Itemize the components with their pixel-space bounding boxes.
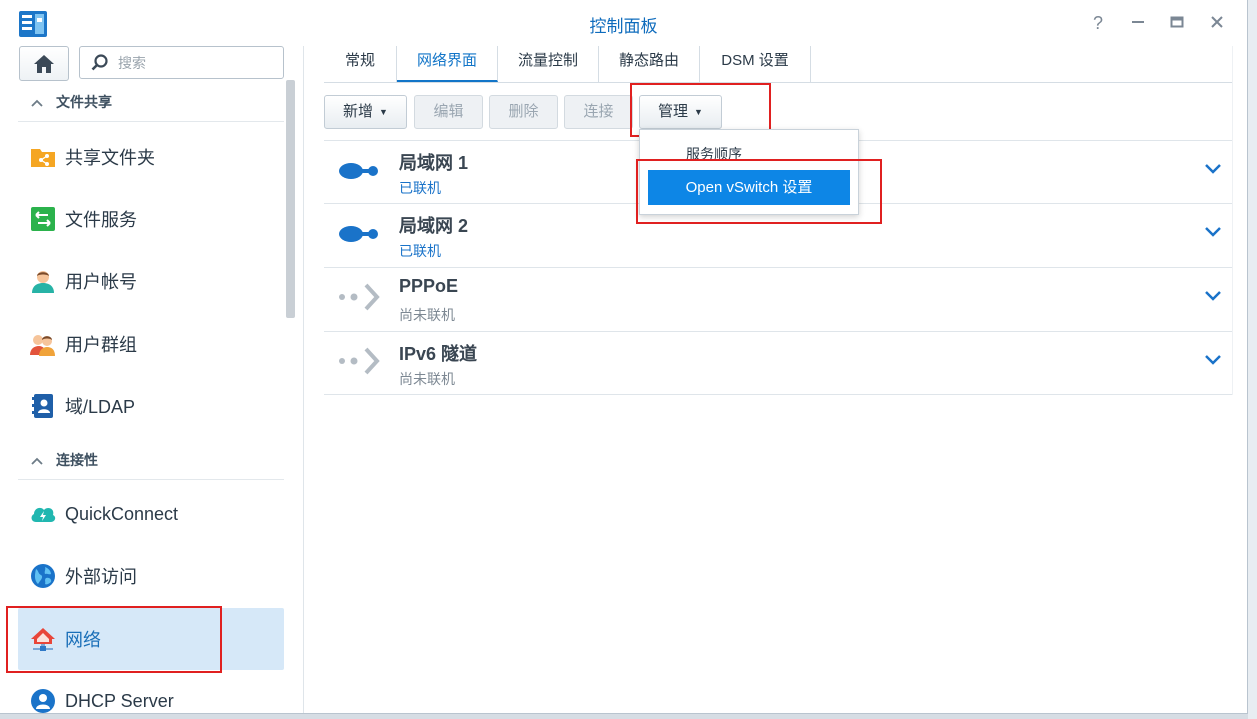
list-divider [324,394,1232,395]
sidebar-item-user[interactable]: 用户帐号 [18,250,284,312]
tab-traffic-control[interactable]: 流量控制 [498,46,599,82]
section-connectivity[interactable]: 连接性 [18,441,284,480]
sidebar-item-quickconnect[interactable]: QuickConnect [18,483,284,545]
chevron-up-icon [18,94,56,110]
chevron-down-icon[interactable] [1204,226,1222,238]
chevron-up-icon [18,452,56,468]
interface-name: 局域网 2 [399,216,469,236]
manage-button-label: 管理 [658,103,689,120]
interface-status: 已联机 [399,180,441,196]
sidebar-item-label: 共享文件夹 [65,148,155,168]
chevron-down-icon[interactable] [1204,290,1222,302]
shared-folder-icon [31,149,55,167]
section-label: 文件共享 [56,94,112,110]
home-icon [34,54,54,73]
network-house-icon [31,628,55,651]
interface-status: 尚未联机 [399,371,455,387]
home-button[interactable] [19,46,69,81]
interface-name: 局域网 1 [399,153,469,173]
caret-down-icon: ▼ [379,107,388,118]
close-icon[interactable] [1206,12,1228,34]
chevron-down-icon[interactable] [1204,163,1222,175]
window-title: 控制面板 [589,17,658,36]
title-bar: 控制面板 ? [0,0,1247,46]
search-field[interactable] [79,46,284,79]
edit-button[interactable]: 编辑 [414,95,483,129]
quickconnect-icon [31,507,56,522]
manage-dropdown-menu: 服务顺序 Open vSwitch 设置 [639,129,859,215]
sidebar-item-domain-ldap[interactable]: 域/LDAP [18,375,284,437]
interface-status: 已联机 [399,243,441,259]
tab-general[interactable]: 常规 [324,46,397,82]
search-input[interactable] [116,51,280,75]
tab-network-interface[interactable]: 网络界面 [397,46,498,82]
globe-icon [31,564,55,588]
sidebar: 文件共享 共享文件夹 文件服务 用户帐号 [0,46,304,713]
interface-row-pppoe[interactable]: PPPoE 尚未联机 [324,267,1232,331]
delete-button[interactable]: 删除 [489,95,558,129]
minimize-icon[interactable] [1127,12,1149,34]
tab-dsm-settings[interactable]: DSM 设置 [700,46,811,82]
chevron-down-icon[interactable] [1204,354,1222,366]
control-panel-window: 控制面板 ? 文 [0,0,1248,714]
sidebar-item-user-group[interactable]: 用户群组 [18,313,284,375]
sidebar-item-label: 文件服务 [65,210,137,230]
user-group-icon [30,335,55,356]
file-services-icon [31,207,55,231]
interface-status: 尚未联机 [399,307,455,323]
disconnected-link-icon [339,347,380,375]
help-icon[interactable]: ? [1087,12,1109,34]
interface-name: IPv6 隧道 [399,344,478,364]
create-button-label: 新增 [343,103,374,120]
main-divider [1232,46,1233,395]
sidebar-item-shared-folder[interactable]: 共享文件夹 [18,126,284,188]
dhcp-server-icon [31,689,55,713]
sidebar-item-label: DHCP Server [65,690,174,711]
sidebar-item-file-services[interactable]: 文件服务 [18,188,284,250]
connect-button[interactable]: 连接 [564,95,633,129]
sidebar-item-label: 外部访问 [65,567,137,587]
create-button[interactable]: 新增 ▼ [324,95,407,129]
interface-name: PPPoE [399,276,459,296]
tab-static-route[interactable]: 静态路由 [599,46,700,82]
sidebar-item-label: 网络 [65,630,101,650]
sidebar-item-network[interactable]: 网络 [18,608,284,670]
interface-row-ipv6-tunnel[interactable]: IPv6 隧道 尚未联机 [324,331,1232,395]
tab-bar: 常规 网络界面 流量控制 静态路由 DSM 设置 [324,46,1232,83]
sidebar-item-dhcp-server[interactable]: DHCP Server [18,670,284,713]
sidebar-item-label: 域/LDAP [65,397,136,417]
user-icon [32,271,54,293]
disconnected-link-icon [339,283,380,311]
section-label: 连接性 [56,452,98,468]
sidebar-item-external-access[interactable]: 外部访问 [18,545,284,607]
domain-ldap-icon [32,394,53,418]
sidebar-item-label: QuickConnect [65,503,179,524]
manage-button[interactable]: 管理 ▼ [639,95,722,129]
caret-down-icon: ▼ [694,107,703,118]
connected-link-icon [339,163,378,179]
menu-item-service-order[interactable]: 服务顺序 [686,144,742,164]
search-icon [91,54,108,71]
connected-link-icon [339,226,378,242]
maximize-icon[interactable] [1166,12,1188,34]
section-file-sharing[interactable]: 文件共享 [18,83,284,122]
menu-item-open-vswitch-settings[interactable]: Open vSwitch 设置 [648,170,850,205]
sidebar-scrollbar[interactable] [286,80,295,318]
sidebar-item-label: 用户群组 [65,335,137,355]
background-window-edge [1248,0,1257,719]
sidebar-item-label: 用户帐号 [65,272,137,292]
